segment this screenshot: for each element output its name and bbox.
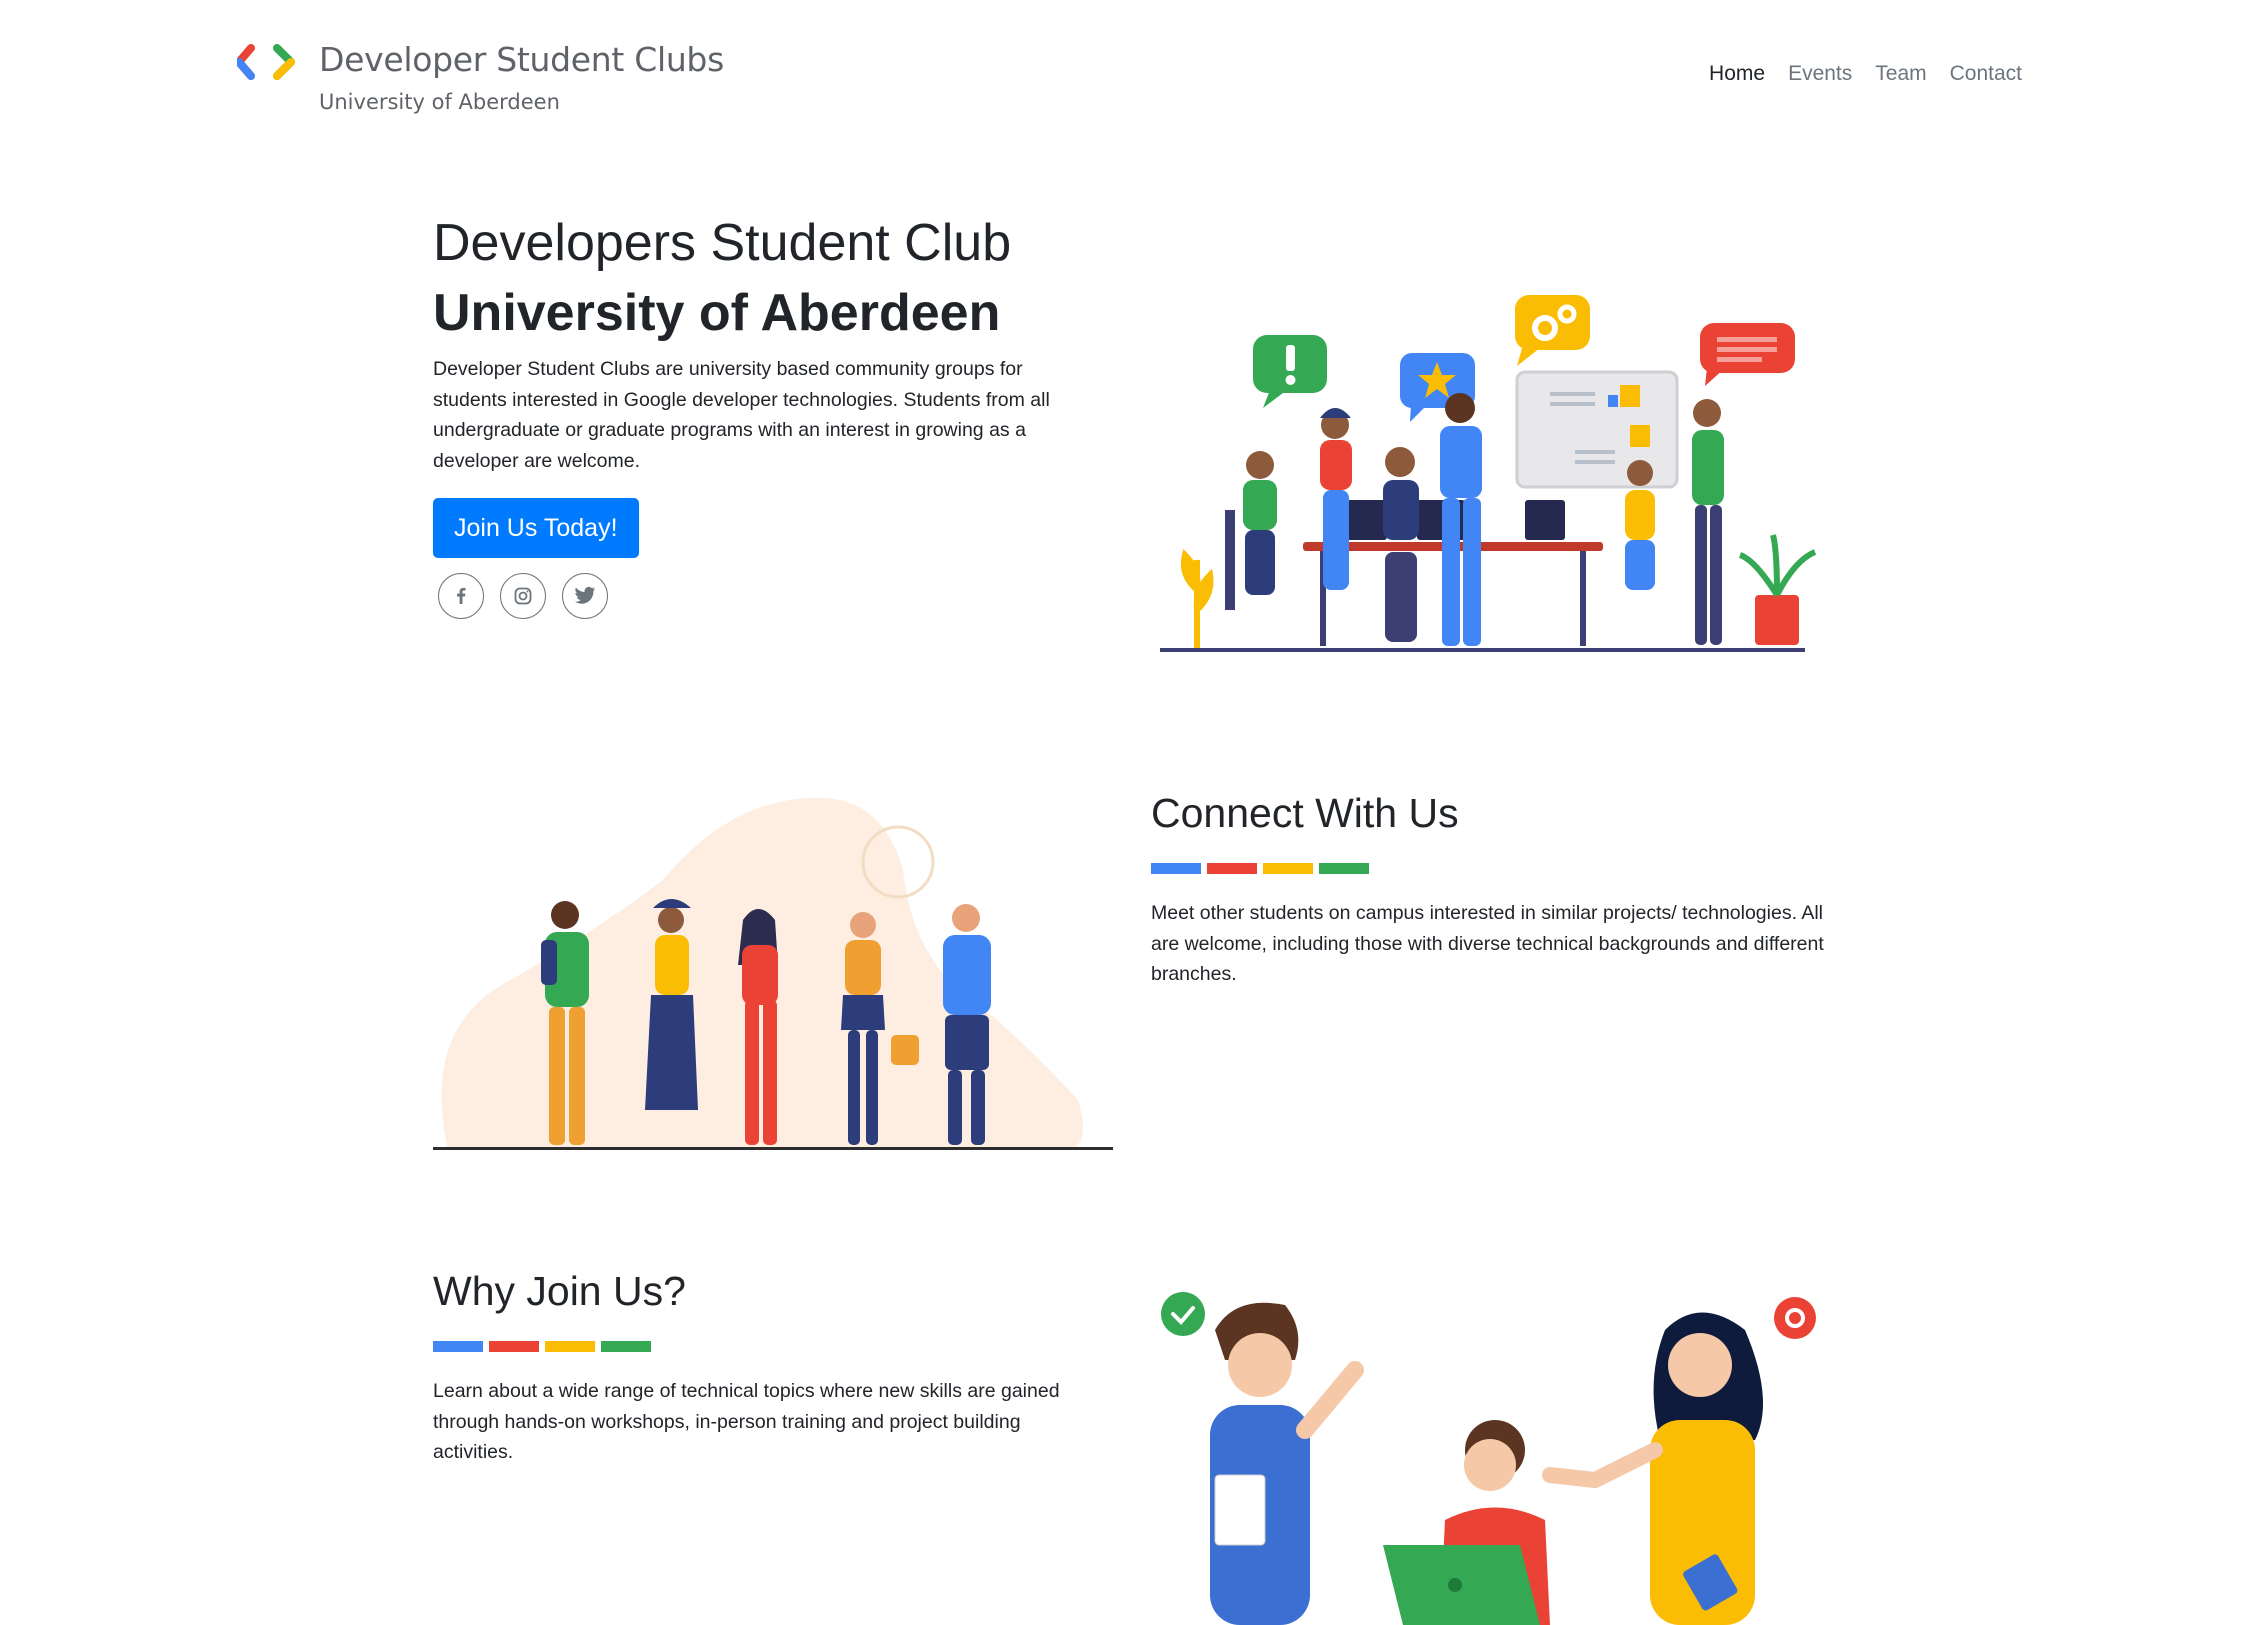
gear-badge-icon xyxy=(1774,1297,1816,1339)
person-figure xyxy=(1225,451,1277,610)
hero-subtitle: University of Aberdeen xyxy=(433,284,1001,342)
instagram-icon[interactable] xyxy=(500,573,546,619)
twitter-icon[interactable] xyxy=(562,573,608,619)
hero-title: Developers Student Club xyxy=(433,214,1012,272)
social-links xyxy=(433,573,1093,619)
gears-bubble-icon xyxy=(1515,295,1590,366)
brand-color-bar xyxy=(1151,863,1831,874)
hero-description: Developer Student Clubs are university b… xyxy=(433,358,1050,472)
person-figure xyxy=(1320,408,1352,590)
team-meeting-illustration xyxy=(1160,295,1817,652)
nav-home[interactable]: Home xyxy=(1709,62,1765,86)
students-group-illustration xyxy=(433,797,1113,1150)
facebook-icon[interactable] xyxy=(438,573,484,619)
nav-team[interactable]: Team xyxy=(1875,62,1926,86)
collaboration-illustration xyxy=(1161,1292,1816,1625)
gdsc-logo-icon xyxy=(237,44,295,80)
main-nav: Home Events Team Contact xyxy=(1709,62,2022,86)
join-us-button[interactable]: Join Us Today! xyxy=(433,498,639,558)
connect-title: Connect With Us xyxy=(1151,790,1459,836)
nav-events[interactable]: Events xyxy=(1788,62,1852,86)
person-figure xyxy=(1692,399,1724,645)
message-bubble-icon xyxy=(1700,323,1795,386)
why-join-title: Why Join Us? xyxy=(433,1268,686,1314)
why-join-description: Learn about a wide range of technical to… xyxy=(433,1380,1060,1463)
nav-contact[interactable]: Contact xyxy=(1950,62,2022,86)
brand-color-bar xyxy=(433,1341,1093,1352)
brand-subtitle: University of Aberdeen xyxy=(319,90,560,114)
person-figure xyxy=(1625,460,1655,590)
brand-title: Developer Student Clubs xyxy=(319,40,724,79)
exclamation-bubble-icon xyxy=(1253,335,1327,408)
connect-description: Meet other students on campus interested… xyxy=(1151,902,1824,985)
checkmark-badge-icon xyxy=(1161,1292,1205,1336)
